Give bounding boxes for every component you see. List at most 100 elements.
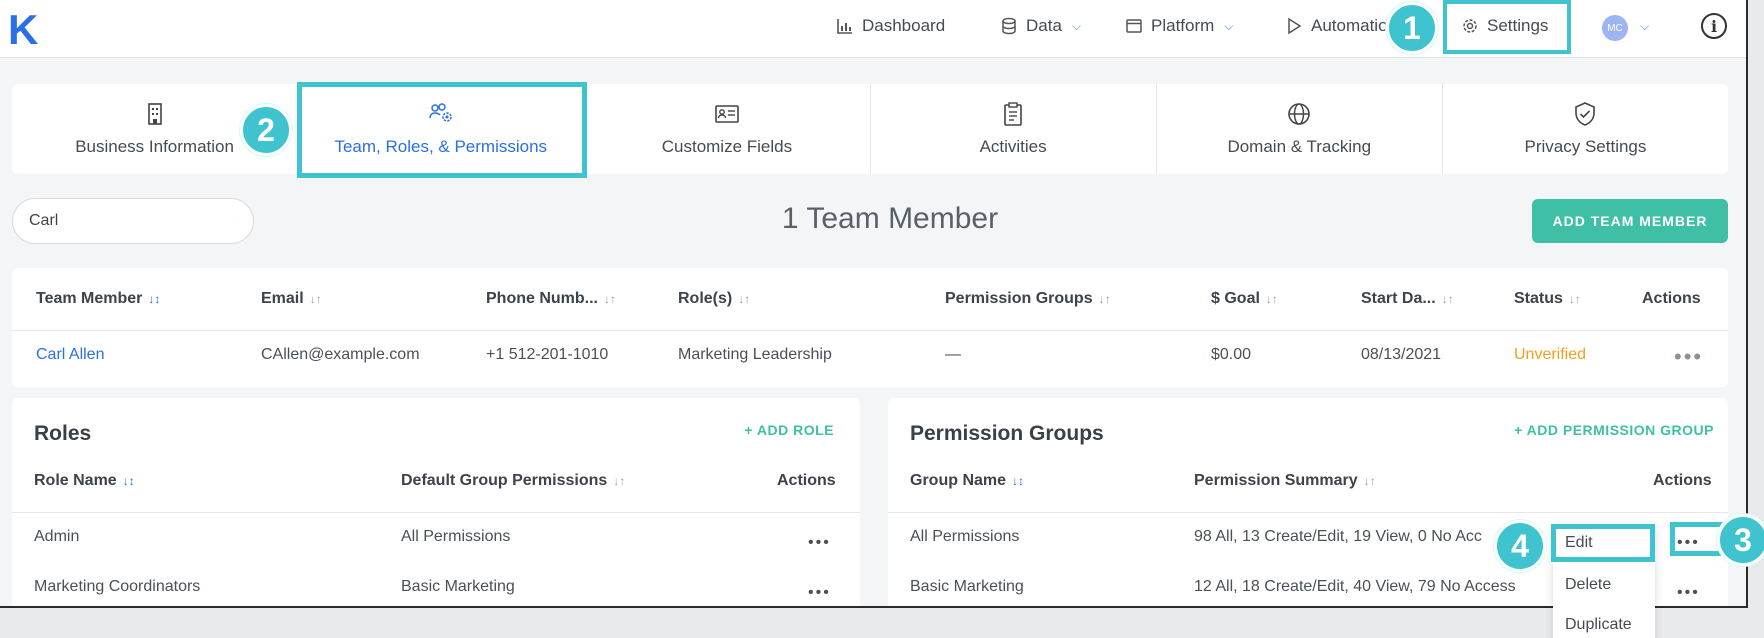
menu-item-duplicate[interactable]: Duplicate	[1565, 616, 1632, 634]
tab-label: Customize Fields	[661, 137, 793, 156]
sort-icon[interactable]: ↓↕	[148, 292, 160, 306]
team-member-role: Marketing Leadership	[678, 346, 832, 363]
sort-icon[interactable]: ↓↑	[1442, 292, 1454, 306]
nav-data[interactable]: Data ⌵	[1000, 14, 1081, 38]
sort-icon[interactable]: ↓↑	[1569, 292, 1581, 306]
divider	[888, 512, 1728, 513]
callout-step-4: 4	[1494, 520, 1546, 572]
tab-label: Team, Roles, & Permissions	[334, 137, 548, 156]
nav-settings[interactable]: Settings	[1461, 14, 1548, 38]
tab-customize-fields[interactable]: Customize Fields	[584, 84, 871, 174]
info-icon[interactable]: i	[1701, 13, 1727, 39]
logo[interactable]: K	[8, 6, 38, 54]
tab-privacy-settings[interactable]: Privacy Settings	[1443, 84, 1728, 174]
callout-step-2: 2	[240, 104, 292, 156]
tab-label: Domain & Tracking	[1227, 137, 1372, 156]
column-header-group-name[interactable]: Group Name ↓↕	[910, 472, 1024, 490]
sort-icon[interactable]: ↓↑	[1364, 474, 1376, 488]
nav-data-label: Data	[1026, 16, 1062, 35]
sort-icon[interactable]: ↓↑	[1099, 292, 1111, 306]
group-name-link[interactable]: Basic Marketing	[910, 578, 1024, 596]
role-name-link[interactable]: Admin	[34, 528, 79, 546]
chevron-down-icon[interactable]: ⌵	[1640, 19, 1649, 34]
row-actions-menu-icon[interactable]: •••	[1674, 346, 1703, 368]
sort-icon[interactable]: ↓↕	[1012, 474, 1024, 488]
column-header-email[interactable]: Email ↓↑	[261, 290, 322, 308]
clipboard-icon	[1004, 102, 1022, 126]
nav-dashboard[interactable]: Dashboard	[836, 14, 945, 38]
team-member-phone: +1 512-201-1010	[486, 346, 609, 363]
avatar[interactable]: MC	[1602, 15, 1628, 41]
chevron-down-icon: ⌵	[1224, 18, 1234, 33]
nav-automations[interactable]: Automatio	[1285, 14, 1388, 38]
column-label: Permission Groups	[945, 290, 1093, 307]
tab-activities[interactable]: Activities	[871, 84, 1157, 174]
group-permission-summary: 12 All, 18 Create/Edit, 40 View, 79 No A…	[1194, 578, 1516, 595]
row-actions-menu-icon[interactable]: •••	[808, 535, 831, 551]
role-default-permissions: All Permissions	[401, 528, 511, 545]
column-label: Actions	[777, 472, 836, 489]
team-member-permission-groups: —	[945, 346, 961, 363]
sort-icon[interactable]: ↓↑	[738, 292, 750, 306]
search-icon	[236, 220, 237, 222]
column-header-phone[interactable]: Phone Numb... ↓↑	[486, 290, 616, 308]
column-label: Start Da...	[1361, 290, 1436, 307]
row-actions-menu-icon[interactable]: •••	[1677, 585, 1700, 601]
divider	[12, 330, 1728, 331]
column-label: $ Goal	[1211, 290, 1260, 307]
group-permission-summary: 98 All, 13 Create/Edit, 19 View, 0 No Ac…	[1194, 528, 1482, 545]
role-name-link[interactable]: Marketing Coordinators	[34, 578, 200, 596]
column-label: Email	[261, 290, 304, 307]
team-member-goal: $0.00	[1211, 346, 1252, 363]
column-header-role-name[interactable]: Role Name ↓↕	[34, 472, 135, 490]
tab-domain-tracking[interactable]: Domain & Tracking	[1157, 84, 1443, 174]
add-permission-group-link[interactable]: + ADD PERMISSION GROUP	[1514, 422, 1714, 438]
team-table: Team Member ↓↕ Email ↓↑ Phone Numb... ↓↑ Ro…	[12, 268, 1728, 387]
search-input[interactable]	[29, 212, 236, 230]
column-header-goal[interactable]: $ Goal ↓↑	[1211, 290, 1278, 308]
tab-label: Business Information	[75, 137, 234, 156]
divider	[12, 512, 860, 513]
group-name-link[interactable]: All Permissions	[910, 528, 1019, 546]
roles-title: Roles	[34, 422, 92, 445]
column-header-permission-groups[interactable]: Permission Groups ↓↑	[945, 290, 1111, 308]
search-box[interactable]	[12, 198, 254, 244]
team-count-title: 1 Team Member	[781, 202, 999, 235]
tab-label: Activities	[979, 137, 1047, 156]
column-label: Role(s)	[678, 290, 733, 307]
permission-groups-title: Permission Groups	[910, 422, 1104, 445]
column-header-actions: Actions	[777, 472, 836, 490]
sort-icon[interactable]: ↓↕	[123, 474, 135, 488]
tab-team-roles-permissions[interactable]: Team, Roles, & Permissions	[298, 84, 585, 174]
column-header-status[interactable]: Status ↓↑	[1514, 290, 1581, 308]
tab-label: Privacy Settings	[1524, 137, 1647, 156]
column-header-default-group-permissions[interactable]: Default Group Permissions ↓↑	[401, 472, 625, 490]
gear-icon	[1463, 19, 1477, 33]
sort-icon[interactable]: ↓↑	[1266, 292, 1278, 306]
sort-icon[interactable]: ↓↑	[310, 292, 322, 306]
nav-platform[interactable]: Platform ⌵	[1125, 14, 1233, 38]
window-icon	[1126, 19, 1142, 33]
play-icon	[1288, 17, 1302, 35]
callout-step-3: 3	[1717, 514, 1764, 566]
menu-item-delete[interactable]: Delete	[1565, 576, 1611, 594]
sort-icon[interactable]: ↓↑	[604, 292, 616, 306]
column-header-team-member[interactable]: Team Member ↓↕	[36, 290, 160, 308]
app-window: K Dashboard Data ⌵ Platform ⌵ Automatio …	[0, 0, 1748, 608]
add-team-member-button[interactable]: ADD TEAM MEMBER	[1532, 199, 1728, 243]
team-member-name-link[interactable]: Carl Allen	[36, 346, 104, 364]
edit-highlight	[1551, 524, 1655, 562]
team-settings-icon	[429, 103, 452, 122]
column-header-roles[interactable]: Role(s) ↓↑	[678, 290, 750, 308]
add-role-link[interactable]: + ADD ROLE	[744, 422, 834, 438]
sort-icon[interactable]: ↓↑	[613, 474, 625, 488]
column-label: Phone Numb...	[486, 290, 598, 307]
team-member-email: CAllen@example.com	[261, 346, 420, 363]
team-member-status: Unverified	[1514, 346, 1587, 363]
column-label: Default Group Permissions	[401, 472, 608, 489]
column-header-start-date[interactable]: Start Da... ↓↑	[1361, 290, 1454, 308]
column-label: Status	[1514, 290, 1563, 307]
column-label: Group Name	[910, 472, 1007, 489]
row-actions-menu-icon[interactable]: •••	[808, 585, 831, 601]
column-header-permission-summary[interactable]: Permission Summary ↓↑	[1194, 472, 1376, 490]
